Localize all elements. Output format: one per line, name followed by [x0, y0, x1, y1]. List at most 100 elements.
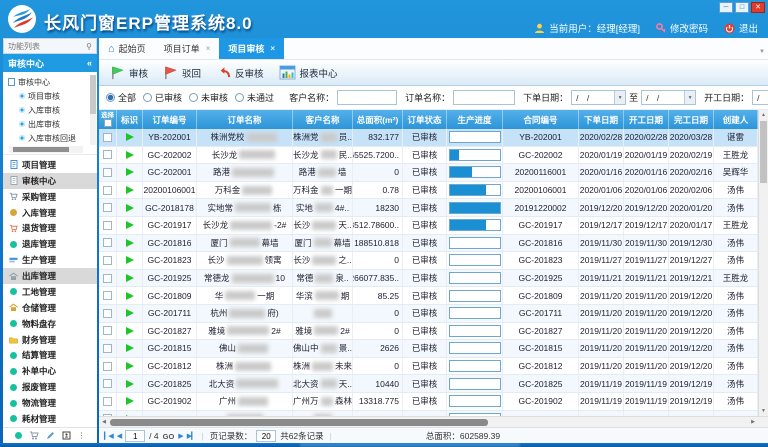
- pen-icon[interactable]: [46, 431, 55, 440]
- first-page-button[interactable]: ▎◀: [104, 432, 113, 440]
- column-header-总面积(m²)[interactable]: 总面积(m²): [353, 110, 403, 129]
- close-button[interactable]: ✕: [751, 2, 765, 13]
- scroll-down-icon[interactable]: ▼: [759, 406, 768, 416]
- tree-horizontal-scrollbar[interactable]: [9, 146, 83, 153]
- page-number-input[interactable]: [125, 430, 145, 442]
- sidebar-item-审核中心[interactable]: 审核中心: [3, 173, 97, 189]
- column-header-下单日期[interactable]: 下单日期: [579, 110, 624, 129]
- radio-未通过[interactable]: 未通过: [235, 91, 274, 104]
- table-row[interactable]: GC-2018178实地常栋实地4#..18230已审核201912200022…: [99, 199, 758, 217]
- pin-icon[interactable]: ⚲: [86, 42, 92, 51]
- row-checkbox[interactable]: [103, 344, 112, 353]
- column-header-订单名称[interactable]: 订单名称: [197, 110, 293, 129]
- calendar-dropdown-icon[interactable]: ▼: [684, 91, 695, 104]
- tree-vertical-scrollbar[interactable]: [90, 75, 96, 145]
- calendar-dropdown-icon[interactable]: ▼: [614, 91, 625, 104]
- row-checkbox[interactable]: [103, 362, 112, 371]
- grid-horizontal-scrollbar[interactable]: ◀ ▶: [99, 416, 768, 427]
- table-row[interactable]: GC-201827雅境2#雅境2#0已审核GC-2018272019/11/20…: [99, 323, 758, 341]
- sidebar-item-退货管理[interactable]: 退货管理: [3, 221, 97, 237]
- table-row[interactable]: GC-201917长沙龙-2#长沙天..8512.78600..已审核GC-20…: [99, 217, 758, 235]
- row-checkbox[interactable]: [103, 291, 112, 300]
- minimize-button[interactable]: ─: [719, 2, 733, 13]
- row-checkbox[interactable]: [103, 203, 112, 212]
- horizontal-scroll-thumb[interactable]: [110, 419, 488, 426]
- row-select-cell[interactable]: [99, 358, 117, 375]
- table-row[interactable]: GC-201812株洲株洲未来0已审核GC-2018122019/11/2020…: [99, 358, 758, 376]
- table-row[interactable]: GC-201825北大资北大资天..10440已审核GC-2018252019/…: [99, 375, 758, 393]
- row-select-cell[interactable]: [99, 217, 117, 234]
- sidebar-item-退库管理[interactable]: 退库管理: [3, 236, 97, 252]
- grid-vertical-scrollbar[interactable]: ▲ ▼: [758, 110, 768, 416]
- more-icon[interactable]: ⋮: [78, 431, 86, 440]
- report-person-icon[interactable]: [62, 431, 71, 440]
- tab-close-icon[interactable]: ×: [270, 44, 275, 53]
- row-checkbox[interactable]: [103, 379, 112, 388]
- table-row[interactable]: YB-202001株洲党校株洲党员..832.177已审核YB-20200120…: [99, 129, 758, 147]
- customer-name-input[interactable]: [337, 90, 397, 105]
- row-select-cell[interactable]: [99, 323, 117, 340]
- column-header-标识[interactable]: 标识: [117, 110, 143, 129]
- prev-page-button[interactable]: ◀: [117, 432, 121, 440]
- column-header-创建人[interactable]: 创建人: [714, 110, 758, 129]
- collapse-icon[interactable]: «: [87, 58, 92, 68]
- table-row[interactable]: GC-201815佛山佛山中景..2626已审核GC-2018152019/11…: [99, 340, 758, 358]
- table-row[interactable]: GC-201902广州广州万森林13318.775已审核GC-201902201…: [99, 393, 758, 411]
- column-header-开工日期[interactable]: 开工日期: [624, 110, 669, 129]
- row-checkbox[interactable]: [103, 238, 112, 247]
- scroll-left-icon[interactable]: ◀: [99, 417, 109, 427]
- row-checkbox[interactable]: [103, 186, 112, 195]
- next-page-button[interactable]: ▶: [178, 432, 182, 440]
- row-select-cell[interactable]: [99, 287, 117, 304]
- column-header-订单编号[interactable]: 订单编号: [143, 110, 197, 129]
- row-select-cell[interactable]: [99, 182, 117, 199]
- table-row[interactable]: GC-202001路港路港墙0已审核202001160012020/01/162…: [99, 164, 758, 182]
- cart-icon[interactable]: [29, 431, 39, 440]
- row-select-cell[interactable]: [99, 340, 117, 357]
- row-select-cell[interactable]: [99, 270, 117, 287]
- tab-起始页[interactable]: ⌂起始页: [99, 38, 155, 59]
- last-page-button[interactable]: ▶▎: [187, 432, 196, 440]
- table-row[interactable]: 20200106001万科金万科金一期0.78已审核20200106001202…: [99, 182, 758, 200]
- tree-item[interactable]: 项目审核: [8, 89, 89, 103]
- row-checkbox[interactable]: [103, 274, 112, 283]
- toolbar-button-反审核[interactable]: 反审核: [211, 64, 274, 82]
- row-checkbox[interactable]: [103, 133, 112, 142]
- row-checkbox[interactable]: [103, 168, 112, 177]
- row-checkbox[interactable]: [103, 309, 112, 318]
- sidebar-item-物料盘存[interactable]: 物料盘存: [3, 316, 97, 332]
- sidebar-item-生产管理[interactable]: 生产管理: [3, 252, 97, 268]
- select-all-checkbox[interactable]: [104, 119, 112, 127]
- row-select-cell[interactable]: [99, 199, 117, 216]
- toolbar-button-报表中心[interactable]: 报表中心: [274, 63, 348, 82]
- tab-项目审核[interactable]: 项目审核×: [219, 38, 284, 59]
- tab-overflow-icon[interactable]: ▼: [759, 49, 765, 55]
- radio-已审核[interactable]: 已审核: [143, 91, 182, 104]
- row-checkbox[interactable]: [103, 150, 112, 159]
- sidebar-item-项目管理[interactable]: 项目管理: [3, 157, 97, 173]
- tree-item[interactable]: 入库审核: [8, 103, 89, 117]
- tab-close-icon[interactable]: ×: [206, 44, 211, 53]
- row-select-cell[interactable]: [99, 252, 117, 269]
- dot-icon[interactable]: [15, 432, 22, 439]
- row-checkbox[interactable]: [103, 397, 112, 406]
- order-date-from-input[interactable]: / / ▼: [571, 90, 626, 105]
- table-row[interactable]: GC-201809华一期华滨期85.25已审核GC-2018092019/11/…: [99, 287, 758, 305]
- table-row[interactable]: GC-202002长沙龙长沙龙民..65525.7200..已审核GC-2020…: [99, 147, 758, 165]
- sidebar-item-补单中心[interactable]: 补单中心: [3, 363, 97, 379]
- sidebar-item-采购管理[interactable]: 采购管理: [3, 189, 97, 205]
- order-name-input[interactable]: [453, 90, 515, 105]
- sidebar-item-工地管理[interactable]: 工地管理: [3, 284, 97, 300]
- toolbar-button-审核[interactable]: 审核: [105, 63, 158, 82]
- sidebar-item-仓储管理[interactable]: 仓储管理: [3, 300, 97, 316]
- tab-项目订单[interactable]: 项目订单×: [155, 38, 220, 59]
- table-row[interactable]: GC-201925常德龙10常德泉..266077.835..已审核GC-201…: [99, 270, 758, 288]
- tree-root[interactable]: 审核中心: [8, 75, 89, 89]
- sidebar-item-耗材管理[interactable]: 耗材管理: [3, 411, 97, 427]
- go-button[interactable]: GO: [163, 432, 175, 441]
- page-size-input[interactable]: [256, 430, 276, 442]
- sidebar-item-结算管理[interactable]: 结算管理: [3, 348, 97, 364]
- sidebar-item-报废管理[interactable]: 报废管理: [3, 379, 97, 395]
- tree-item[interactable]: 出库审核: [8, 117, 89, 131]
- row-checkbox[interactable]: [103, 221, 112, 230]
